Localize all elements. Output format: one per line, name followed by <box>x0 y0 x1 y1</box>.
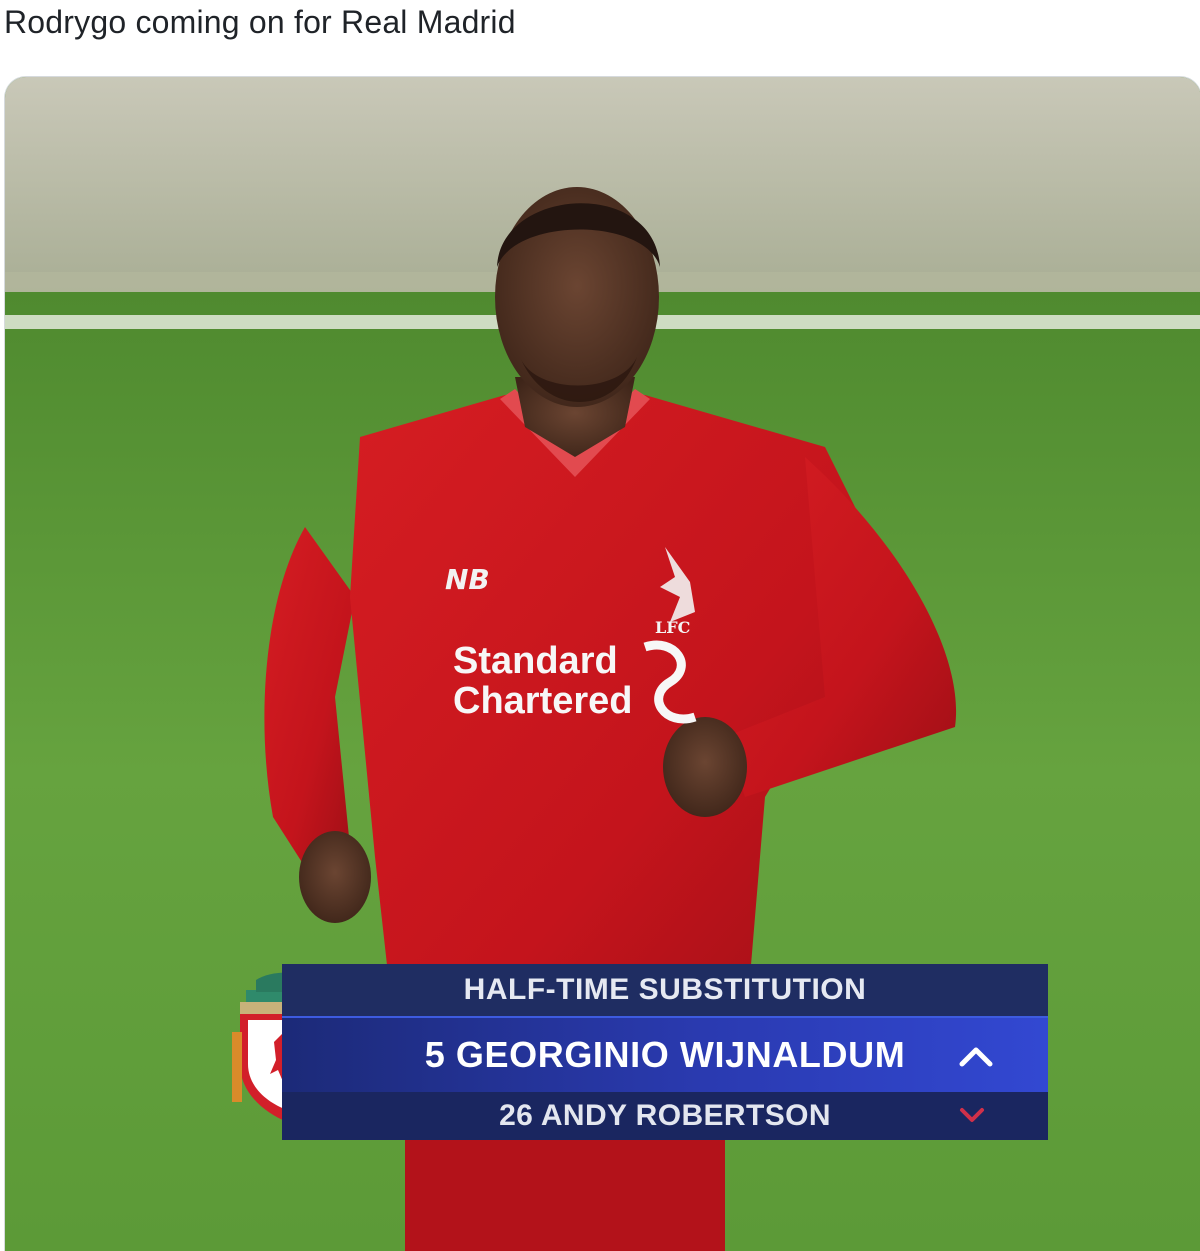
shirt-club-text: LFC <box>655 618 690 637</box>
chevron-up-icon <box>959 1047 993 1067</box>
scorebug-header: HALF-TIME SUBSTITUTION <box>282 964 1048 1016</box>
player-in-name: 5 GEORGINIO WIJNALDUM <box>424 1034 906 1075</box>
kit-brand-mark: NB <box>445 563 490 596</box>
substitution-scorebug: HALF-TIME SUBSTITUTION 5 GEORGINIO WIJNA… <box>282 964 1048 1140</box>
sponsor-line-1: Standard <box>453 640 618 682</box>
player-out-name: 26 ANDY ROBERTSON <box>499 1099 831 1132</box>
scorebug-player-in-row: 5 GEORGINIO WIJNALDUM <box>282 1016 1048 1092</box>
scorebug-player-out-row: 26 ANDY ROBERTSON <box>282 1092 1048 1140</box>
chevron-down-icon <box>960 1108 984 1122</box>
tweet-text: Rodrygo coming on for Real Madrid <box>4 4 516 40</box>
sponsor-line-2: Chartered <box>453 680 633 722</box>
